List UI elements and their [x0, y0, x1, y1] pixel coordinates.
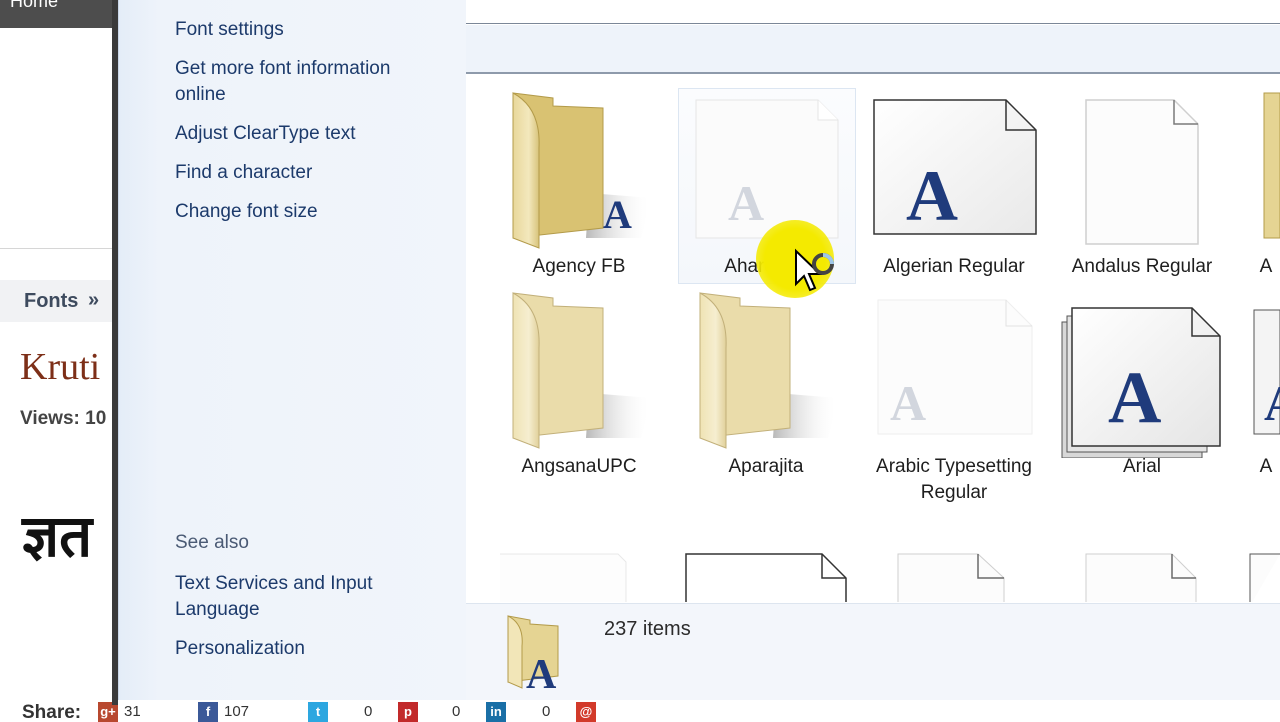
svg-text:A: A: [890, 375, 926, 431]
font-item-cut-off[interactable]: A A: [1250, 288, 1280, 548]
hidden-font-icon: A: [877, 299, 1033, 435]
share-count: 0: [452, 703, 461, 720]
font-item-agency-fb[interactable]: A Agency FB: [491, 88, 667, 284]
font-family-folder-icon: [699, 292, 838, 449]
font-file-icon: [1249, 553, 1280, 602]
status-bar: A 237 items: [466, 603, 1280, 700]
font-family-folder-icon: [512, 292, 651, 449]
background-web-page: Home Fonts » Kruti Views: 10 ज्ञत Share:: [0, 0, 120, 720]
share-label: Share:: [22, 702, 82, 720]
item-count: 237 items: [604, 618, 691, 640]
font-label: Aparajita: [728, 456, 804, 477]
web-top-nav: Home: [0, 0, 112, 28]
page-title: Kruti: [20, 346, 101, 388]
font-sample: ज्ञत: [22, 502, 93, 570]
hidden-font-icon: [500, 553, 627, 602]
font-grid: A Agency FB A Aharoni B A Algerian Regul…: [466, 76, 1280, 602]
font-family-folder-icon: A: [512, 92, 651, 249]
svg-text:A: A: [526, 652, 557, 690]
font-label: Andalus Regular: [1071, 256, 1213, 277]
font-file-icon: A: [1253, 309, 1280, 435]
font-label: A: [1259, 456, 1273, 477]
font-item-arial[interactable]: A Arial: [1054, 288, 1230, 548]
share-bar: g+ 31 f 107 t 0 p 0 in 0 @: [98, 702, 618, 722]
address-area: [466, 0, 1280, 24]
divider: [0, 248, 112, 249]
font-family-folder-icon: [1263, 92, 1280, 239]
font-file-icon: [685, 553, 847, 602]
font-item-andalus-regular[interactable]: Andalus Regular: [1054, 88, 1230, 284]
font-list-view: A Agency FB A Aharoni B A Algerian Regul…: [466, 0, 1280, 700]
font-item-arabic-typesetting[interactable]: A Arabic Typesetting Regular: [866, 288, 1042, 548]
font-label: Arabic Typesetting Regular: [876, 456, 1032, 503]
personalization-link[interactable]: Personalization: [175, 636, 305, 662]
share-count: 0: [542, 703, 551, 720]
adjust-cleartype-link[interactable]: Adjust ClearType text: [175, 121, 356, 147]
more-font-info-link[interactable]: Get more font information online: [175, 56, 435, 108]
share-count: 0: [364, 703, 373, 720]
linkedin-icon[interactable]: in: [486, 702, 506, 722]
nav-home-link[interactable]: Home: [10, 0, 58, 12]
font-label: Agency FB: [532, 256, 626, 277]
font-item-aparajita[interactable]: Aparajita: [678, 288, 854, 548]
svg-text:A: A: [603, 192, 632, 237]
font-label: AngsanaUPC: [521, 456, 637, 477]
svg-text:A: A: [728, 175, 764, 231]
text-services-link[interactable]: Text Services and Input Language: [175, 571, 415, 623]
fonts-folder-icon: A: [507, 615, 559, 690]
font-item-algerian-regular[interactable]: A Algerian Regular: [866, 88, 1042, 284]
font-file-icon: [1085, 99, 1199, 245]
mail-icon[interactable]: @: [576, 702, 596, 722]
font-settings-link[interactable]: Font settings: [175, 17, 284, 43]
facebook-icon[interactable]: f: [198, 702, 218, 722]
share-count: 107: [224, 703, 250, 720]
pinterest-icon[interactable]: p: [398, 702, 418, 722]
share-count: 31: [124, 703, 141, 720]
font-item-cut-off[interactable]: A: [1250, 88, 1280, 284]
font-file-icon: A: [873, 99, 1037, 236]
font-file-icon: [897, 553, 1005, 602]
change-font-size-link[interactable]: Change font size: [175, 199, 318, 225]
twitter-icon[interactable]: t: [308, 702, 328, 722]
font-label: Algerian Regular: [883, 256, 1025, 277]
font-family-stack-icon: A: [1061, 307, 1221, 459]
font-file-icon: [1085, 553, 1197, 602]
find-character-link[interactable]: Find a character: [175, 160, 312, 186]
task-pane: Font settings Get more font information …: [118, 0, 466, 700]
google-plus-icon[interactable]: g+: [98, 702, 118, 722]
toolbar: [466, 25, 1280, 74]
views-count: Views: 10: [20, 408, 107, 429]
see-also-heading: See also: [175, 532, 249, 553]
font-label: A: [1259, 256, 1273, 277]
font-item-angsanaupc[interactable]: AngsanaUPC: [491, 288, 667, 548]
breadcrumb-separator: »: [88, 289, 100, 311]
svg-text:A: A: [1108, 357, 1161, 439]
busy-cursor-icon: [795, 248, 834, 292]
font-label: Arial: [1122, 456, 1161, 477]
svg-text:A: A: [906, 156, 958, 236]
svg-text:A: A: [1264, 375, 1280, 431]
breadcrumb-fonts-link[interactable]: Fonts: [24, 290, 78, 313]
